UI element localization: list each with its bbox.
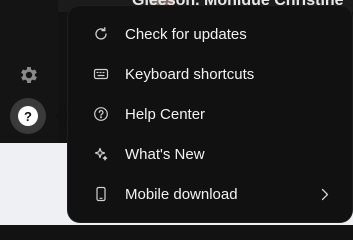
- sparkle-icon: [93, 146, 109, 162]
- menu-item-check-for-updates[interactable]: Check for updates: [68, 14, 352, 54]
- left-rail: ?: [0, 0, 58, 143]
- menu-item-label: Check for updates: [125, 25, 247, 43]
- menu-item-whats-new[interactable]: What's New: [68, 134, 352, 174]
- menu-item-keyboard-shortcuts[interactable]: Keyboard shortcuts: [68, 54, 352, 94]
- gear-icon: [18, 64, 40, 86]
- menu-item-mobile-download[interactable]: Mobile download: [68, 174, 352, 214]
- help-menu: Check for updates Keyboard shortcuts Hel…: [68, 6, 352, 222]
- menu-item-label: Help Center: [125, 105, 206, 123]
- menu-pointer: [55, 107, 68, 125]
- help-icon: ?: [18, 106, 38, 126]
- chevron-right-icon: [320, 187, 330, 201]
- settings-button[interactable]: [15, 61, 43, 89]
- refresh-icon: [93, 26, 109, 42]
- keyboard-icon: [93, 66, 109, 82]
- question-circle-icon: [93, 106, 109, 122]
- mobile-phone-icon: [93, 186, 109, 202]
- menu-item-label: Keyboard shortcuts: [125, 65, 255, 83]
- menu-item-help-center[interactable]: Help Center: [68, 94, 352, 134]
- menu-item-label: Mobile download: [125, 185, 238, 203]
- help-button[interactable]: ?: [10, 98, 46, 134]
- menu-item-label: What's New: [125, 145, 205, 163]
